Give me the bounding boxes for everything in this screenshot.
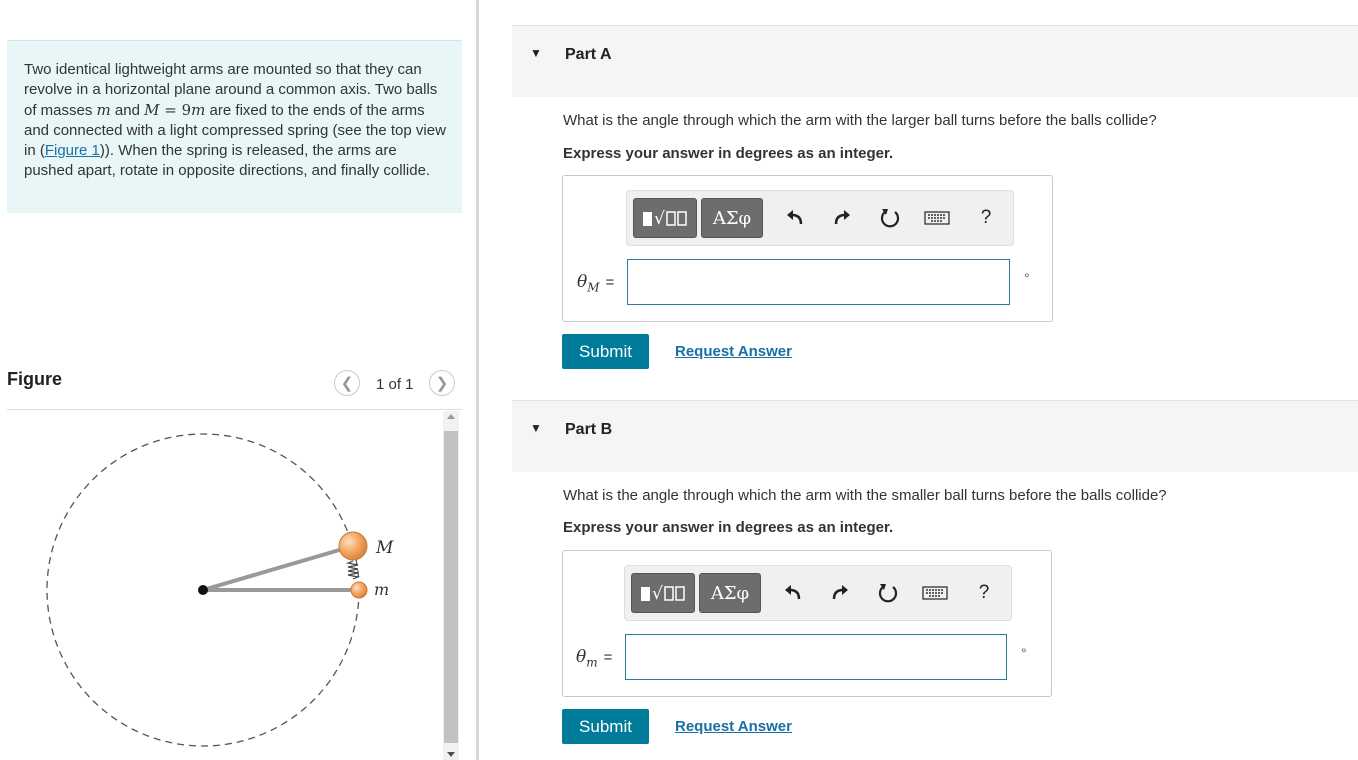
figure-link[interactable]: Figure 1: [45, 142, 100, 159]
undo-icon[interactable]: [780, 580, 806, 606]
part-a-question: What is the angle through which the arm …: [563, 112, 1157, 129]
collapse-triangle-icon[interactable]: ▼: [530, 421, 542, 435]
help-icon[interactable]: ?: [971, 580, 997, 606]
label-M: M: [375, 538, 394, 558]
axis-pivot: [198, 585, 208, 595]
part-b-header[interactable]: [512, 400, 1358, 472]
templates-icon[interactable]: √: [633, 198, 697, 238]
part-a-instruction: Express your answer in degrees as an int…: [563, 145, 894, 162]
ball-small: [350, 581, 368, 599]
undo-icon[interactable]: [782, 205, 808, 231]
redo-icon[interactable]: [829, 205, 855, 231]
figure-pager-count: 1 of 1: [376, 376, 414, 393]
greek-icon[interactable]: ΑΣφ: [701, 198, 763, 238]
part-a-title: Part A: [565, 46, 612, 63]
problem-statement: Two identical lightweight arms are mount…: [24, 61, 446, 179]
keyboard-icon[interactable]: [922, 580, 948, 606]
part-b-question: What is the angle through which the arm …: [563, 487, 1167, 504]
part-b-variable-label: θm =: [576, 647, 613, 670]
help-icon[interactable]: ?: [973, 205, 999, 231]
figure-prev-button[interactable]: ❮: [334, 370, 360, 396]
chevron-right-icon: ❯: [435, 375, 449, 392]
templates-icon[interactable]: √: [631, 573, 695, 613]
reset-icon[interactable]: [875, 580, 901, 606]
reset-icon[interactable]: [877, 205, 903, 231]
figure-diagram: M m: [46, 433, 394, 747]
redo-icon[interactable]: [827, 580, 853, 606]
label-m: m: [374, 580, 389, 599]
figure-scrollbar-thumb[interactable]: [444, 431, 458, 743]
column-divider: [476, 0, 479, 760]
chevron-left-icon: ❮: [340, 375, 354, 392]
scroll-down-arrow-icon[interactable]: [447, 752, 455, 757]
part-b-request-answer-link[interactable]: Request Answer: [675, 718, 792, 735]
part-a-submit-button[interactable]: Submit: [562, 334, 649, 369]
ball-large: [338, 531, 368, 561]
svg-text:√: √: [654, 209, 665, 229]
part-a-answer-input[interactable]: [627, 259, 1010, 305]
figure-title: Figure: [7, 369, 63, 389]
part-b-submit-button[interactable]: Submit: [562, 709, 649, 744]
part-a-unit: °: [1024, 270, 1030, 286]
keyboard-icon[interactable]: [924, 205, 950, 231]
svg-text:√: √: [652, 584, 663, 604]
scroll-up-arrow-icon[interactable]: [447, 414, 455, 419]
figure-next-button[interactable]: ❯: [429, 370, 455, 396]
part-b-title: Part B: [565, 421, 613, 438]
collapse-triangle-icon[interactable]: ▼: [530, 46, 542, 60]
part-a-request-answer-link[interactable]: Request Answer: [675, 343, 792, 360]
part-a-header[interactable]: [512, 25, 1358, 97]
part-b-unit: °: [1021, 645, 1027, 661]
greek-icon[interactable]: ΑΣφ: [699, 573, 761, 613]
part-b-instruction: Express your answer in degrees as an int…: [563, 519, 894, 536]
part-b-answer-input[interactable]: [625, 634, 1007, 680]
arm-large: [202, 544, 354, 592]
part-a-variable-label: θM =: [577, 272, 615, 295]
